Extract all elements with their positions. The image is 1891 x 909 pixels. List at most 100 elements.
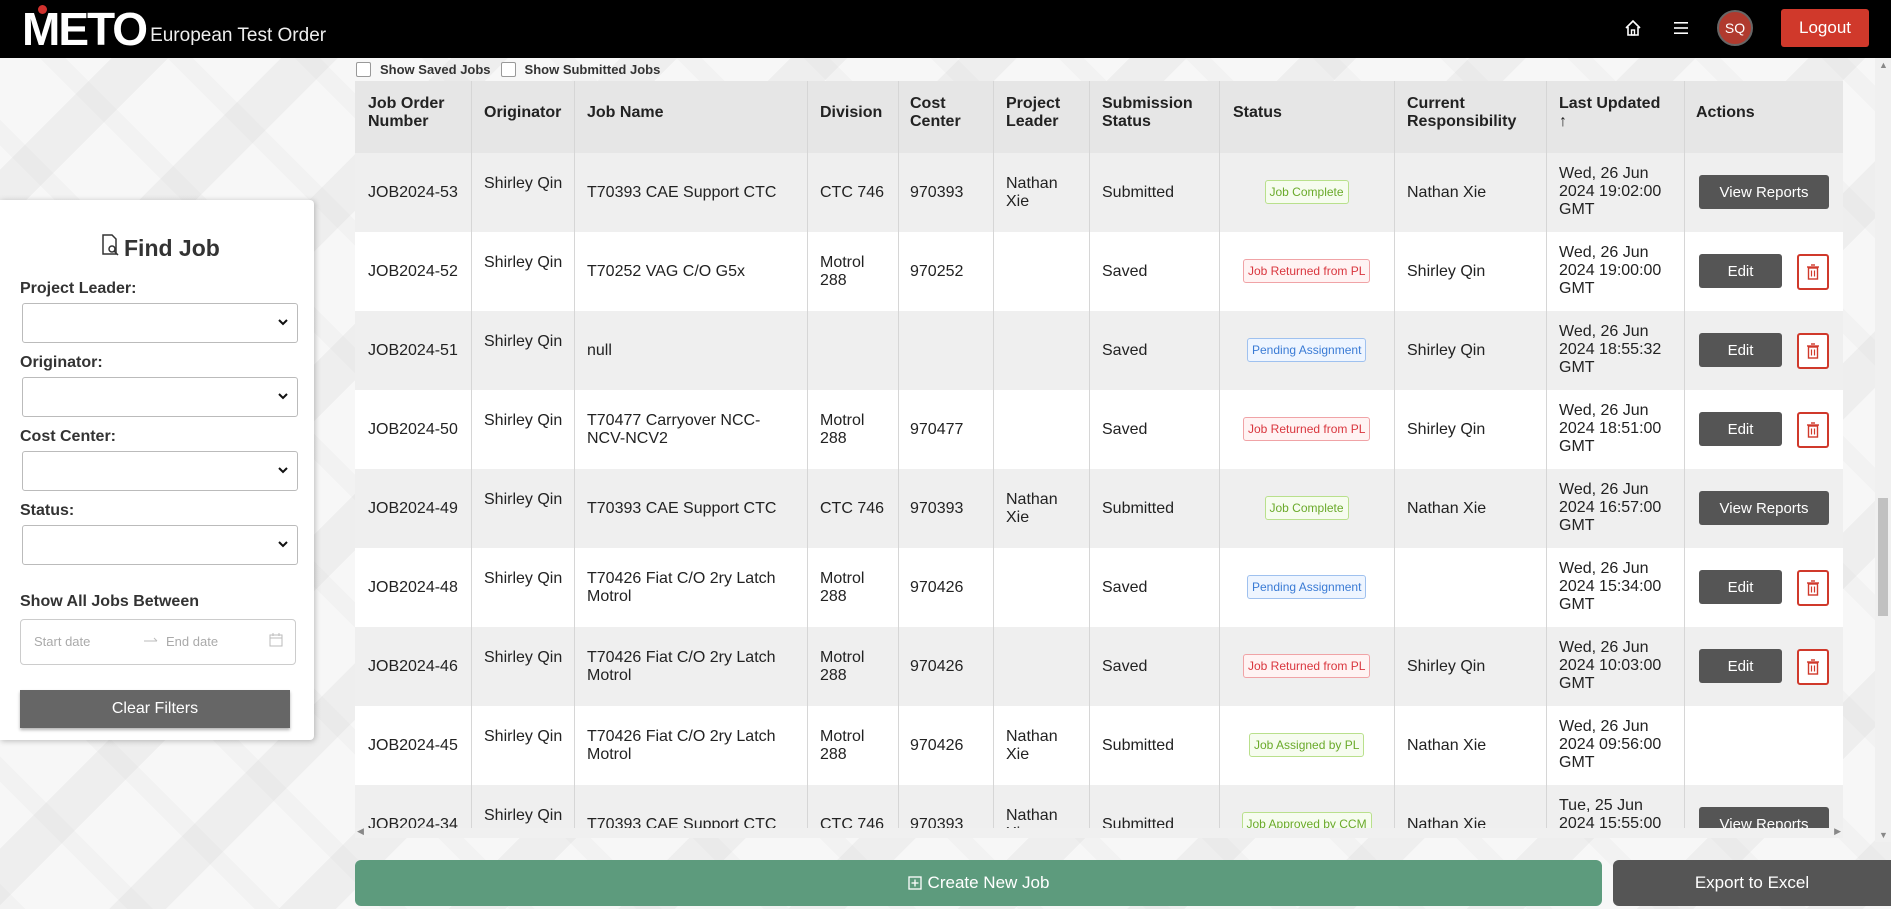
export-to-excel-button[interactable]: Export to Excel [1613, 860, 1891, 906]
table-row[interactable]: JOB2024-53 Shirley Qin T70393 CAE Support … [355, 153, 1843, 232]
show-saved-checkbox[interactable] [356, 62, 371, 77]
last-updated-cell: Wed, 26 Jun 2024 10:03:00 GMT [1559, 639, 1662, 692]
job-order-number-cell: JOB2024-48 [368, 579, 458, 596]
job-order-number-cell: JOB2024-49 [368, 500, 458, 517]
delete-trash-icon[interactable] [1797, 649, 1829, 685]
job-order-number-cell: JOB2024-45 [368, 737, 458, 754]
scroll-down-icon[interactable]: ▼ [1879, 830, 1888, 840]
division-cell: CTC 746 [820, 500, 885, 517]
user-avatar[interactable]: SQ [1717, 10, 1753, 46]
calendar-icon[interactable] [269, 633, 283, 650]
delete-trash-icon[interactable] [1797, 412, 1829, 448]
edit-button[interactable]: Edit [1699, 254, 1782, 288]
originator-cell: Shirley Qin [484, 254, 563, 271]
create-new-job-button[interactable]: Create New Job [355, 860, 1602, 906]
current-responsibility-cell: Nathan Xie [1407, 184, 1487, 201]
status-badge: Job Returned from PL [1243, 259, 1371, 283]
table-row[interactable]: JOB2024-51 Shirley Qin null Saved Shirley Qi… [355, 311, 1843, 390]
view-reports-button[interactable]: View Reports [1699, 491, 1829, 525]
col-project-leader[interactable]: Project Leader [1006, 95, 1086, 131]
cost-center-cell: 970426 [910, 737, 964, 754]
col-job-order-number[interactable]: Job Order Number [368, 95, 468, 131]
jobs-table: Job Order Number Originator Job Name Div… [355, 81, 1843, 828]
originator-cell: Shirley Qin [484, 570, 563, 587]
col-originator[interactable]: Originator [484, 104, 561, 122]
originator-select[interactable] [22, 377, 298, 417]
originator-label: Originator: [20, 354, 103, 371]
job-order-number-cell: JOB2024-51 [368, 342, 458, 359]
project-leader-cell: Nathan Xie [1006, 175, 1058, 210]
delete-trash-icon[interactable] [1797, 333, 1829, 369]
table-row[interactable]: JOB2024-52 Shirley Qin T70252 VAG C/O G5x M… [355, 232, 1843, 311]
originator-cell: Shirley Qin [484, 412, 563, 429]
submission-status-cell: Submitted [1102, 816, 1175, 828]
chevron-down-icon [278, 467, 288, 474]
job-name-cell: T70477 Carryover NCC-NCV-NCV2 [587, 412, 761, 447]
last-updated-cell: Wed, 26 Jun 2024 16:57:00 GMT [1559, 481, 1662, 534]
vertical-scroll-thumb[interactable] [1878, 498, 1888, 616]
scroll-left-icon[interactable]: ◀ [357, 826, 364, 837]
col-status[interactable]: Status [1233, 104, 1282, 122]
job-name-cell: T70426 Fiat C/O 2ry Latch Motrol [587, 728, 776, 763]
edit-button[interactable]: Edit [1699, 333, 1782, 367]
delete-trash-icon[interactable] [1797, 254, 1829, 290]
edit-button[interactable]: Edit [1699, 649, 1782, 683]
originator-cell: Shirley Qin [484, 728, 563, 745]
originator-cell: Shirley Qin [484, 175, 563, 192]
job-order-number-cell: JOB2024-53 [368, 184, 458, 201]
table-row[interactable]: JOB2024-49 Shirley Qin T70393 CAE Support … [355, 469, 1843, 548]
status-select[interactable] [22, 525, 298, 565]
last-updated-cell: Wed, 26 Jun 2024 18:55:32 GMT [1559, 323, 1662, 376]
logout-button[interactable]: Logout [1781, 9, 1869, 47]
submission-status-cell: Saved [1102, 421, 1148, 438]
division-cell: Motrol 288 [820, 649, 865, 684]
clear-filters-button[interactable]: Clear Filters [20, 690, 290, 728]
col-current-responsibility[interactable]: Current Responsibility [1407, 95, 1537, 131]
table-row[interactable]: JOB2024-50 Shirley Qin T70477 Carryover NC… [355, 390, 1843, 469]
edit-button[interactable]: Edit [1699, 570, 1782, 604]
project-leader-cell: Nathan Xie [1006, 491, 1058, 526]
cost-center-cell: 970393 [910, 500, 964, 517]
table-row[interactable]: JOB2024-34 Shirley Qin T70393 CAE Support … [355, 785, 1843, 828]
status-badge: Job Assigned by PL [1249, 733, 1365, 757]
horizontal-scrollbar[interactable]: ◀ ▶ [355, 826, 1843, 838]
vertical-scrollbar[interactable]: ▲ ▼ [1875, 58, 1891, 842]
scroll-up-icon[interactable]: ▲ [1879, 60, 1888, 70]
table-row[interactable]: JOB2024-45 Shirley Qin T70426 Fiat C/O 2ry… [355, 706, 1843, 785]
home-icon[interactable] [1621, 16, 1645, 40]
scroll-right-icon[interactable]: ▶ [1834, 826, 1841, 837]
end-date-input[interactable]: End date [166, 634, 218, 649]
current-responsibility-cell: Shirley Qin [1407, 658, 1486, 675]
table-row[interactable]: JOB2024-48 Shirley Qin T70426 Fiat C/O 2ry… [355, 548, 1843, 627]
view-reports-button[interactable]: View Reports [1699, 807, 1829, 828]
start-date-input[interactable]: Start date [34, 634, 90, 649]
status-badge: Job Returned from PL [1243, 417, 1371, 441]
col-division[interactable]: Division [820, 104, 882, 122]
date-range-label: Show All Jobs Between [20, 593, 199, 610]
col-job-name[interactable]: Job Name [587, 104, 663, 122]
col-submission-status[interactable]: Submission Status [1102, 95, 1202, 131]
sort-arrow-icon[interactable]: ↑ [1559, 113, 1567, 130]
col-cost-center[interactable]: Cost Center [910, 95, 980, 131]
division-cell: Motrol 288 [820, 728, 865, 763]
show-submitted-checkbox[interactable] [500, 62, 516, 77]
cost-center-cell: 970252 [910, 263, 964, 280]
app-logo[interactable]: METO European Test Order [22, 5, 326, 52]
delete-trash-icon[interactable] [1797, 570, 1829, 606]
view-reports-button[interactable]: View Reports [1699, 175, 1829, 209]
chevron-down-icon [278, 319, 288, 326]
division-cell: CTC 746 [820, 816, 885, 828]
date-range-picker[interactable]: Start date End date [20, 619, 296, 665]
show-saved-jobs-toggle[interactable]: Show Saved Jobs [356, 62, 491, 77]
menu-icon[interactable] [1669, 16, 1693, 40]
show-submitted-jobs-toggle[interactable]: Show Submitted Jobs [500, 62, 660, 77]
current-responsibility-cell: Shirley Qin [1407, 342, 1486, 359]
search-document-icon [100, 234, 120, 262]
cost-center-select[interactable] [22, 451, 298, 491]
table-row[interactable]: JOB2024-46 Shirley Qin T70426 Fiat C/O 2ry… [355, 627, 1843, 706]
edit-button[interactable]: Edit [1699, 412, 1782, 446]
project-leader-select[interactable] [22, 303, 298, 343]
cost-center-label: Cost Center: [20, 428, 117, 445]
col-last-updated[interactable]: Last Updated ↑ [1559, 95, 1669, 131]
division-cell: Motrol 288 [820, 412, 865, 447]
